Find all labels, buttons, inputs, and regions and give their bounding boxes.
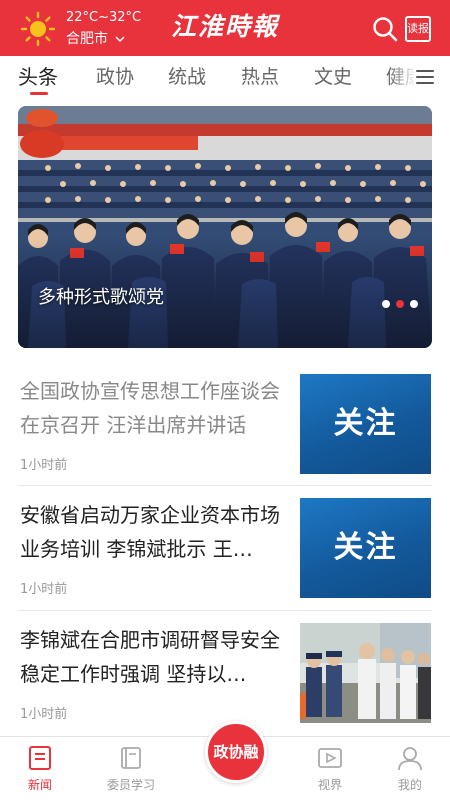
news-title: 李锦斌在合肥市调研督导安全稳定工作时强调 坚持以… bbox=[20, 628, 280, 686]
city-label: 合肥市 bbox=[66, 31, 108, 47]
nav-member-study[interactable]: 委员学习 bbox=[96, 745, 166, 793]
nav-news[interactable]: 新闻 bbox=[5, 745, 75, 793]
tab-history[interactable]: 文史 bbox=[314, 64, 352, 90]
news-time: 1小时前 bbox=[20, 707, 68, 722]
sun-icon bbox=[20, 11, 56, 47]
banner-image bbox=[18, 106, 432, 348]
divider bbox=[18, 610, 432, 611]
read-newspaper-button[interactable]: 读报 bbox=[405, 16, 431, 42]
active-tab-indicator bbox=[30, 92, 48, 95]
tab-cppcc[interactable]: 政协 bbox=[96, 64, 134, 90]
city-selector[interactable]: 合肥市 bbox=[66, 30, 125, 48]
news-thumbnail-photo bbox=[300, 623, 431, 723]
tab-united-front[interactable]: 统战 bbox=[168, 64, 206, 90]
nav-vision-label: 视界 bbox=[317, 778, 342, 792]
app-logo: 江淮時報 bbox=[170, 12, 279, 41]
carousel-dot-active[interactable] bbox=[396, 300, 404, 308]
carousel-dot[interactable] bbox=[410, 300, 418, 308]
tab-hot[interactable]: 热点 bbox=[241, 64, 279, 90]
cppcc-fusion-button[interactable]: 政协融 bbox=[205, 721, 267, 783]
news-thumbnail: 关注 bbox=[300, 374, 431, 474]
banner-caption: 多种形式歌颂党 bbox=[38, 287, 164, 308]
nav-me[interactable]: 我的 bbox=[375, 745, 445, 793]
news-thumbnail: 关注 bbox=[300, 498, 431, 598]
news-icon bbox=[29, 746, 51, 770]
user-icon bbox=[398, 747, 422, 771]
search-icon[interactable] bbox=[372, 16, 398, 42]
app-header: 22°C~32°C 合肥市 江淮時報 读报 bbox=[0, 0, 450, 56]
news-title: 全国政协宣传思想工作座谈会在京召开 汪洋出席并讲话 bbox=[20, 379, 280, 437]
nav-me-label: 我的 bbox=[397, 778, 422, 792]
menu-icon[interactable] bbox=[414, 66, 436, 88]
news-item-1[interactable]: 全国政协宣传思想工作座谈会在京召开 汪洋出席并讲话 1小时前 关注 bbox=[18, 374, 432, 498]
banner-carousel[interactable]: 多种形式歌颂党 bbox=[18, 106, 432, 348]
carousel-dot[interactable] bbox=[382, 300, 390, 308]
news-item-2[interactable]: 安徽省启动万家企业资本市场业务培训 李锦斌批示 王… 1小时前 关注 bbox=[18, 498, 432, 622]
news-time: 1小时前 bbox=[20, 458, 68, 473]
carousel-indicator bbox=[376, 293, 418, 308]
divider bbox=[18, 485, 432, 486]
book-icon bbox=[121, 747, 141, 769]
news-title: 安徽省启动万家企业资本市场业务培训 李锦斌批示 王… bbox=[20, 503, 280, 561]
nav-vision[interactable]: 视界 bbox=[295, 745, 365, 793]
tab-headlines[interactable]: 头条 bbox=[18, 64, 58, 90]
nav-news-label: 新闻 bbox=[27, 778, 52, 792]
weather-temperature: 22°C~32°C bbox=[66, 10, 142, 25]
channel-tabs: 头条 政协 统战 热点 文史 健康 bbox=[0, 56, 450, 100]
news-time: 1小时前 bbox=[20, 582, 68, 597]
nav-member-study-label: 委员学习 bbox=[106, 778, 155, 792]
chevron-down-icon bbox=[115, 36, 125, 43]
video-icon bbox=[318, 748, 342, 768]
